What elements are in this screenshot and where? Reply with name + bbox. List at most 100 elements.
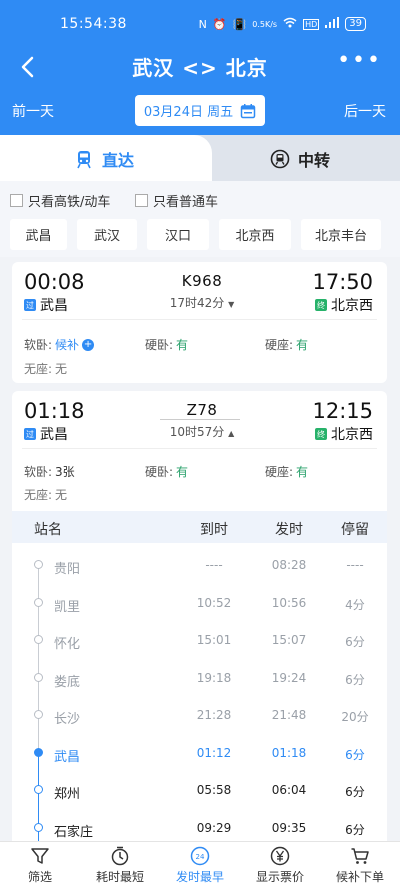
seat-label: 无座:	[24, 362, 53, 376]
station-chip[interactable]: 汉口	[147, 219, 209, 250]
station-chip[interactable]: 武汉	[77, 219, 137, 250]
stop-name: 贵阳	[54, 562, 81, 577]
next-day-button[interactable]: 后一天	[344, 101, 386, 121]
seat-value: 有	[176, 338, 189, 352]
stop-departure: 06:04	[271, 783, 307, 797]
shortest-duration-button[interactable]: 耗时最短	[80, 846, 160, 885]
filter-label: 筛选	[27, 870, 52, 884]
stop-stay: 6分	[345, 672, 365, 687]
selected-date: 03月24日 周五	[143, 105, 234, 120]
train-number: Z78	[186, 401, 218, 419]
col-arrival: 到时	[200, 522, 228, 538]
seat-value: 无	[55, 362, 68, 376]
regular-checkbox[interactable]	[135, 194, 148, 207]
stop-name: 长沙	[54, 712, 81, 727]
vibrate-icon: 📳	[232, 17, 247, 31]
stop-row: 石家庄 09:29 09:35 6分	[12, 811, 387, 842]
stop-row: 长沙 21:28 21:48 20分	[12, 698, 387, 735]
date-picker[interactable]: 03月24日 周五	[135, 95, 265, 126]
stop-arrival: 15:01	[196, 633, 232, 647]
stop-name: 娄底	[54, 674, 81, 690]
transfer-train-icon	[270, 149, 290, 169]
stop-departure: 10:56	[271, 595, 307, 610]
duration[interactable]: 17时42分 ▼	[142, 294, 262, 311]
station-chip[interactable]: 武昌	[10, 219, 67, 250]
earliest-departure-button[interactable]: 24 发时最早	[160, 846, 240, 885]
seat-value: 无	[55, 488, 68, 502]
wifi-icon	[283, 17, 297, 31]
pass-badge-icon: 过	[24, 428, 36, 440]
prev-day-button[interactable]: 前一天	[12, 101, 54, 121]
duration-text: 17时42分	[169, 296, 225, 310]
show-price-label: 显示票价	[255, 870, 304, 884]
stop-row: 郑州 05:58 06:04 6分	[12, 773, 387, 810]
stop-row: 凯里 10:52 10:56 4分	[12, 586, 387, 623]
stop-departure: 19:24	[271, 670, 307, 685]
duration-text: 10时57分	[169, 425, 225, 439]
terminal-badge-icon: 终	[315, 428, 327, 440]
seat-no-seat: 无座: 无	[24, 360, 67, 377]
battery-icon: 39	[345, 17, 366, 31]
stop-name: 凯里	[54, 599, 81, 615]
collapse-caret-icon: ▲	[228, 429, 235, 438]
more-dots-icon[interactable]: •••	[337, 50, 382, 72]
filter-highspeed[interactable]: 只看高铁/动车	[10, 191, 110, 210]
show-price-button[interactable]: 显示票价	[240, 846, 320, 885]
highspeed-checkbox[interactable]	[10, 194, 23, 207]
seat-label: 硬座:	[265, 465, 294, 479]
stop-arrival: 05:58	[196, 783, 232, 797]
stop-stay: ----	[346, 558, 364, 572]
station-chip[interactable]: 北京西	[219, 219, 291, 250]
seat-soft-sleeper[interactable]: 软卧: 候补 +	[24, 336, 95, 353]
calendar-icon	[240, 103, 256, 118]
filter-button[interactable]: 筛选	[0, 846, 80, 885]
seat-label: 软卧:	[24, 465, 53, 479]
seat-value: 有	[296, 338, 309, 352]
stop-arrival: 01:12	[196, 745, 232, 760]
expand-caret-icon: ▼	[228, 300, 235, 309]
stop-stay: 4分	[345, 597, 365, 612]
train-card[interactable]: 01:18 过 武昌 Z78 10时57分 ▲ 12:15 终 北京西 软卧: …	[12, 391, 387, 511]
arrival-station: 终 北京西	[315, 424, 373, 444]
seat-label: 无座:	[24, 488, 53, 502]
title-bar: 武汉 <> 北京 •••	[0, 48, 400, 88]
stop-stay: 6分	[345, 635, 365, 649]
stop-name: 武昌	[54, 749, 81, 765]
shortest-duration-label: 耗时最短	[95, 870, 144, 884]
filter-regular[interactable]: 只看普通车	[135, 191, 218, 210]
departure-station-name: 武昌	[40, 298, 68, 314]
nfc-icon: N	[198, 17, 207, 31]
tab-direct[interactable]: 直达	[74, 147, 134, 171]
waitlist-order-label: 候补下单	[335, 870, 384, 884]
waitlist-plus-icon[interactable]: +	[82, 338, 95, 351]
signal-icon	[325, 17, 340, 31]
tab-transfer[interactable]: 中转	[270, 147, 330, 171]
seat-hard-sleeper: 硬卧: 有	[145, 463, 188, 480]
divider	[22, 448, 377, 449]
stop-arrival: 21:28	[196, 708, 232, 722]
duration[interactable]: 10时57分 ▲	[142, 423, 262, 440]
stop-departure: 08:28	[271, 558, 307, 572]
train-card[interactable]: 00:08 过 武昌 K968 17时42分 ▼ 17:50 终 北京西 软卧:…	[12, 262, 387, 383]
stop-arrival: 09:29	[196, 820, 232, 835]
train-number: K968	[181, 272, 223, 290]
waitlist-order-button[interactable]: 候补下单	[320, 846, 400, 885]
station-chips: 武昌 武汉 汉口 北京西 北京丰台	[10, 219, 381, 250]
stop-arrival: ----	[205, 558, 223, 572]
seat-value: 3张	[55, 465, 75, 479]
status-time: 15:54:38	[60, 16, 127, 32]
col-departure: 发时	[275, 522, 303, 538]
stop-row: 贵阳 ---- 08:28 ----	[12, 548, 387, 585]
stops-header: 站名 到时 发时 停留	[12, 511, 387, 543]
departure-station: 过 武昌	[24, 424, 68, 444]
cart-icon	[351, 848, 369, 864]
tab-direct-label: 直达	[102, 151, 135, 170]
seat-hard-sleeper: 硬卧: 有	[145, 336, 188, 353]
seat-no-seat: 无座: 无	[24, 486, 67, 503]
col-stay: 停留	[341, 522, 369, 538]
stop-departure: 21:48	[271, 708, 307, 722]
departure-time: 00:08	[24, 270, 85, 294]
filter-regular-label: 只看普通车	[153, 195, 219, 210]
date-navigation: 前一天 03月24日 周五 后一天	[0, 95, 400, 127]
station-chip[interactable]: 北京丰台	[301, 219, 381, 250]
